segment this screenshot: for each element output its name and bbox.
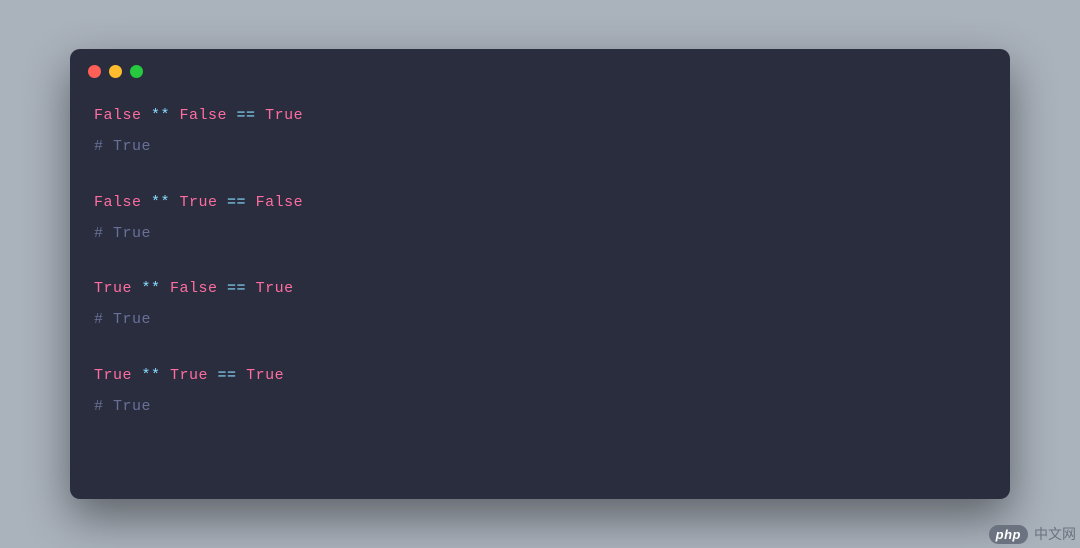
code-token-keyword: True	[256, 280, 294, 297]
code-token-comment: # True	[94, 398, 151, 415]
blank-line	[94, 253, 986, 277]
code-token-operator: ==	[227, 107, 265, 124]
code-token-keyword: True	[180, 194, 218, 211]
code-token-operator: ==	[218, 280, 256, 297]
watermark-badge: php	[989, 525, 1028, 544]
code-token-comment: # True	[94, 311, 151, 328]
code-token-operator: **	[142, 107, 180, 124]
code-token-keyword: True	[170, 367, 208, 384]
code-token-keyword: True	[94, 367, 132, 384]
code-comment-line: # True	[94, 395, 986, 418]
code-token-operator: **	[132, 280, 170, 297]
code-token-operator: ==	[218, 194, 256, 211]
code-comment-line: # True	[94, 135, 986, 158]
code-token-keyword: False	[256, 194, 304, 211]
code-token-operator: **	[142, 194, 180, 211]
code-token-keyword: False	[94, 194, 142, 211]
code-token-operator: **	[132, 367, 170, 384]
blank-line	[94, 340, 986, 364]
code-token-keyword: False	[180, 107, 228, 124]
code-token-keyword: True	[94, 280, 132, 297]
code-token-comment: # True	[94, 138, 151, 155]
code-line: False ** False == True	[94, 104, 986, 127]
code-comment-line: # True	[94, 308, 986, 331]
code-token-keyword: False	[94, 107, 142, 124]
code-token-keyword: True	[265, 107, 303, 124]
watermark: php 中文网	[989, 524, 1076, 544]
code-token-operator: ==	[208, 367, 246, 384]
blank-line	[94, 167, 986, 191]
maximize-icon[interactable]	[130, 65, 143, 78]
code-token-keyword: True	[246, 367, 284, 384]
code-line: True ** False == True	[94, 277, 986, 300]
code-comment-line: # True	[94, 222, 986, 245]
code-area: False ** False == True # True False ** T…	[70, 86, 1010, 444]
watermark-text: 中文网	[1034, 524, 1076, 544]
code-token-comment: # True	[94, 225, 151, 242]
code-editor-window: False ** False == True # True False ** T…	[70, 49, 1010, 499]
code-token-keyword: False	[170, 280, 218, 297]
code-line: True ** True == True	[94, 364, 986, 387]
close-icon[interactable]	[88, 65, 101, 78]
code-line: False ** True == False	[94, 191, 986, 214]
minimize-icon[interactable]	[109, 65, 122, 78]
window-controls	[70, 49, 1010, 86]
